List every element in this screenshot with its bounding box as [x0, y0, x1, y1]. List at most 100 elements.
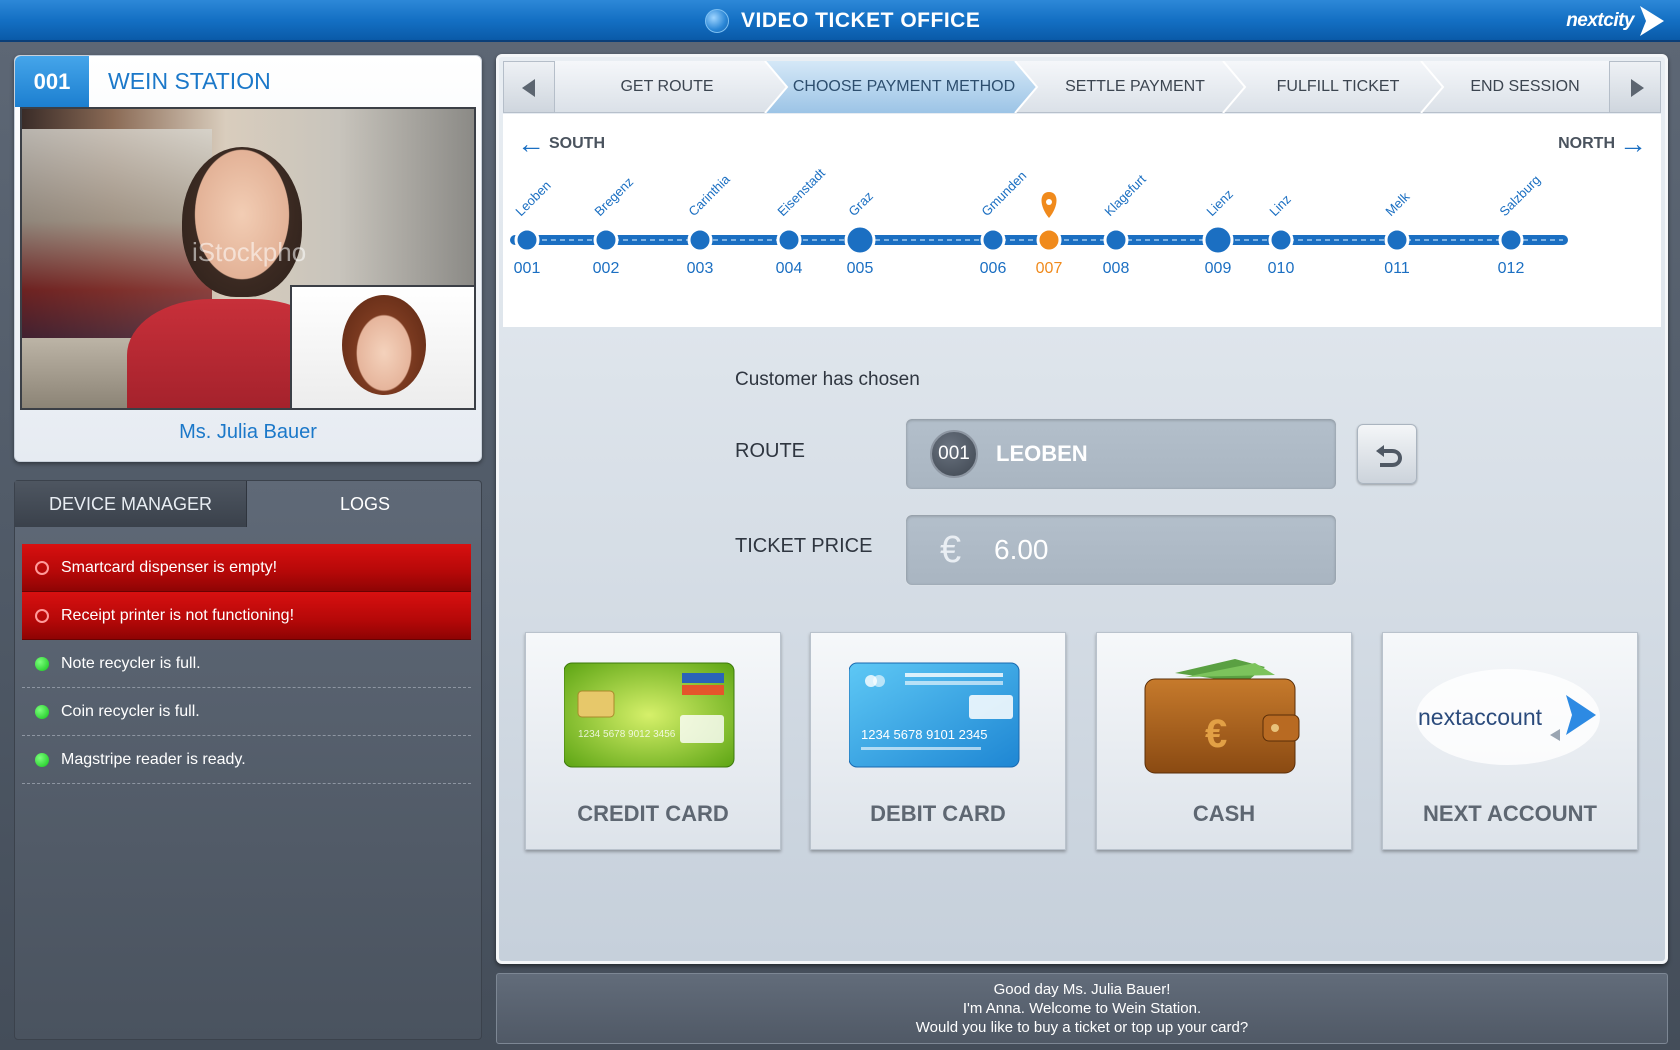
- ok-status-icon: [35, 752, 49, 767]
- route-stop-marker[interactable]: [1268, 227, 1294, 253]
- stop-number: 008: [1102, 260, 1130, 277]
- message-line: Would you like to buy a ticket or top up…: [915, 1019, 1249, 1036]
- step-next-button[interactable]: [1609, 61, 1661, 113]
- stop-number: 004: [775, 260, 803, 277]
- route-label: ROUTE: [735, 440, 805, 462]
- next-account-button[interactable]: nextaccount NEXT ACCOUNT: [1382, 632, 1638, 850]
- station-name: WEIN STATION: [108, 68, 271, 94]
- globe-icon: [705, 9, 729, 33]
- route-stop-marker[interactable]: [1498, 227, 1524, 253]
- undo-route-button[interactable]: [1357, 424, 1417, 484]
- title-group: VIDEO TICKET OFFICE: [705, 7, 980, 35]
- step-choose-payment[interactable]: CHOOSE PAYMENT METHOD: [787, 61, 1021, 113]
- greeting-message: Good day Ms. Julia Bauer! I'm Anna. Welc…: [496, 973, 1668, 1044]
- debit-card-button[interactable]: 1234 5678 9101 2345 DEBIT CARD: [810, 632, 1066, 850]
- debit-card-label: DEBIT CARD: [870, 801, 1006, 826]
- route-field: 001 LEOBEN: [905, 418, 1337, 490]
- ticket-price-value: 6.00: [994, 534, 1049, 565]
- device-status-text: Coin recycler is full.: [61, 702, 200, 720]
- step-bar: GET ROUTE CHOOSE PAYMENT METHOD SETTLE P…: [503, 61, 1661, 113]
- operator-face: [342, 295, 426, 395]
- step-fulfill-ticket[interactable]: FULFILL TICKET: [1245, 61, 1431, 113]
- device-status-row[interactable]: Receipt printer is not functioning!: [22, 592, 471, 640]
- device-manager-panel: DEVICE MANAGER LOGS Smartcard dispenser …: [14, 480, 482, 1040]
- credit-card-button[interactable]: 1234 5678 9012 3456 CREDIT CARD: [525, 632, 781, 850]
- chevron-right-icon: [1631, 79, 1644, 97]
- ok-status-icon: [35, 656, 49, 671]
- brand-text: nextcity: [1566, 10, 1634, 31]
- stop-number: 003: [686, 260, 714, 277]
- tab-device-manager[interactable]: DEVICE MANAGER: [15, 481, 247, 527]
- operator-name: Ms. Julia Bauer: [179, 421, 317, 443]
- brand-arrow-icon: [1640, 6, 1664, 36]
- step-get-route[interactable]: GET ROUTE: [559, 61, 775, 113]
- app-title: VIDEO TICKET OFFICE: [741, 9, 981, 32]
- device-status-list: Smartcard dispenser is empty! Receipt pr…: [22, 544, 471, 784]
- credit-card-number: 1234 5678 9012 3456: [578, 729, 676, 740]
- next-account-label: NEXT ACCOUNT: [1423, 801, 1597, 826]
- camera-panel: 001 WEIN STATION iStockpho Ms. Julia Bau…: [14, 55, 482, 462]
- step-end-session[interactable]: END SESSION: [1443, 61, 1607, 113]
- device-tabs: DEVICE MANAGER LOGS: [15, 481, 481, 527]
- video-feed: iStockpho: [20, 107, 476, 410]
- debit-card-number: 1234 5678 9101 2345: [861, 727, 988, 742]
- step-settle-payment[interactable]: SETTLE PAYMENT: [1037, 61, 1233, 113]
- credit-card-icon: 1234 5678 9012 3456: [564, 662, 735, 768]
- main-panel: GET ROUTE CHOOSE PAYMENT METHOD SETTLE P…: [496, 54, 1668, 964]
- location-pin-dot: [1046, 199, 1052, 205]
- wallet-icon: €: [1144, 659, 1300, 774]
- ticket-price-field: € 6.00: [905, 514, 1337, 586]
- step-prev-button[interactable]: [503, 61, 555, 113]
- video-watermark: iStockpho: [192, 237, 307, 267]
- stop-number: 011: [1384, 260, 1410, 277]
- title-bar: VIDEO TICKET OFFICE nextcity: [0, 0, 1680, 42]
- credit-card-label: CREDIT CARD: [577, 801, 729, 826]
- stop-number: 001: [513, 260, 541, 277]
- route-stop-marker[interactable]: [1384, 227, 1410, 253]
- stop-number: 002: [592, 260, 620, 277]
- route-stop-marker[interactable]: [514, 227, 540, 253]
- device-status-row[interactable]: Coin recycler is full.: [22, 688, 471, 736]
- device-status-text: Smartcard dispenser is empty!: [61, 558, 278, 576]
- message-line: I'm Anna. Welcome to Wein Station.: [962, 1000, 1202, 1017]
- euro-icon: €: [940, 529, 962, 571]
- route-stop-marker[interactable]: [1202, 224, 1234, 256]
- route-stop-marker[interactable]: [980, 227, 1006, 253]
- stop-number: 005: [846, 260, 874, 277]
- cash-label: CASH: [1192, 801, 1256, 826]
- route-stop-marker[interactable]: [593, 227, 619, 253]
- device-status-text: Note recycler is full.: [61, 654, 201, 672]
- undo-icon: [1376, 445, 1402, 467]
- route-map: ← SOUTH NORTH → Leoben 001 Bregenz 002 Carin…: [503, 114, 1661, 327]
- stop-number: 007: [1035, 260, 1063, 277]
- brand-logo: nextcity: [1566, 4, 1666, 38]
- tab-logs[interactable]: LOGS: [247, 481, 483, 527]
- message-line: Good day Ms. Julia Bauer!: [993, 981, 1171, 998]
- station-number: 001: [15, 56, 89, 107]
- error-status-icon: [35, 560, 49, 575]
- device-status-text: Receipt printer is not functioning!: [61, 606, 295, 624]
- device-status-row[interactable]: Magstripe reader is ready.: [22, 736, 471, 784]
- error-status-icon: [35, 608, 49, 623]
- customer-chosen-label: Customer has chosen: [735, 369, 920, 390]
- operator-video-pip: [290, 285, 474, 408]
- cash-button[interactable]: € CASH: [1096, 632, 1352, 850]
- device-status-row[interactable]: Note recycler is full.: [22, 640, 471, 688]
- route-stop-marker[interactable]: [687, 227, 713, 253]
- route-stop-marker[interactable]: [776, 227, 802, 253]
- route-stop-marker[interactable]: [1103, 227, 1129, 253]
- camera-header: 001 WEIN STATION: [15, 56, 481, 107]
- chevron-left-icon: [522, 79, 535, 97]
- next-account-logo: nextaccount: [1416, 669, 1600, 765]
- next-account-logo-text: nextaccount: [1418, 704, 1543, 730]
- stop-number: 006: [979, 260, 1007, 277]
- ok-status-icon: [35, 704, 49, 719]
- stop-number: 009: [1204, 260, 1232, 277]
- wallet-euro-symbol: €: [1205, 712, 1227, 756]
- current-stop-marker[interactable]: [1036, 227, 1062, 253]
- route-number-badge: 001: [930, 430, 978, 478]
- device-status-text: Magstripe reader is ready.: [61, 750, 246, 768]
- route-stop-marker[interactable]: [844, 224, 876, 256]
- device-status-row[interactable]: Smartcard dispenser is empty!: [22, 544, 471, 592]
- ticket-price-label: TICKET PRICE: [735, 535, 873, 557]
